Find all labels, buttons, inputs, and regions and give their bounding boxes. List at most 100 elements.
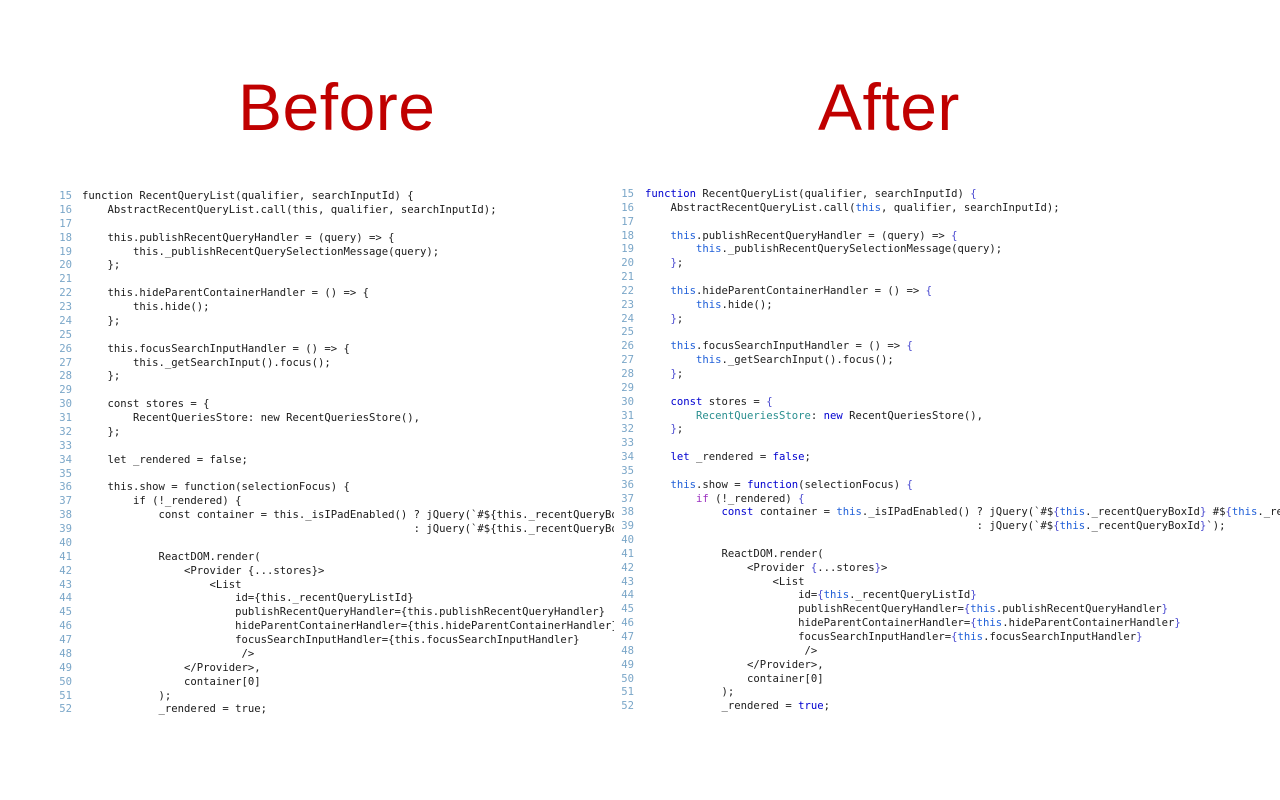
code-line: 18 this.publishRecentQueryHandler = (que… bbox=[50, 232, 616, 246]
code-line: 51 ); bbox=[50, 690, 616, 704]
code-text: this.hide(); bbox=[645, 299, 773, 311]
code-line: 32 }; bbox=[50, 426, 616, 440]
code-text: AbstractRecentQueryList.call(this, quali… bbox=[645, 202, 1060, 214]
code-line: 43 <List bbox=[614, 576, 1280, 590]
line-number: 40 bbox=[59, 536, 72, 549]
code-line: 16 AbstractRecentQueryList.call(this, qu… bbox=[614, 202, 1280, 216]
page-title-before: Before bbox=[238, 70, 436, 144]
code-line: 17 bbox=[614, 216, 1280, 230]
code-text: function RecentQueryList(qualifier, sear… bbox=[645, 188, 977, 200]
code-line: 48 /> bbox=[50, 648, 616, 662]
line-number: 46 bbox=[621, 617, 634, 630]
code-token: this bbox=[970, 603, 996, 616]
code-token: this bbox=[696, 298, 722, 311]
code-token: this bbox=[670, 478, 697, 491]
code-line: 22 this.hideParentContainerHandler = () … bbox=[614, 285, 1280, 299]
code-line: 26 this.focusSearchInputHandler = () => … bbox=[614, 340, 1280, 354]
code-text: }; bbox=[82, 425, 121, 438]
code-text: }; bbox=[645, 313, 684, 325]
code-text: this.show = function(selectionFocus) { bbox=[82, 481, 350, 494]
code-text: function RecentQueryList(qualifier, sear… bbox=[82, 190, 414, 202]
line-number: 24 bbox=[59, 314, 72, 327]
code-token: ; bbox=[676, 423, 684, 436]
code-line: 49 </Provider>, bbox=[614, 659, 1280, 673]
line-number: 51 bbox=[59, 689, 72, 702]
code-text: <List bbox=[82, 578, 242, 591]
code-line: 28 }; bbox=[50, 370, 616, 384]
line-number: 37 bbox=[621, 492, 634, 505]
code-line: 19 this._publishRecentQuerySelectionMess… bbox=[614, 243, 1280, 257]
code-token: this bbox=[976, 617, 1003, 630]
code-text: }; bbox=[82, 259, 121, 272]
code-line: 31 RecentQueriesStore: new RecentQueries… bbox=[614, 410, 1280, 424]
code-text: </Provider>, bbox=[645, 659, 824, 671]
code-line: 36 this.show = function(selectionFocus) … bbox=[614, 479, 1280, 493]
code-text: this.focusSearchInputHandler = () => { bbox=[645, 340, 913, 352]
code-line: 44 id={this._recentQueryListId} bbox=[614, 589, 1280, 603]
line-number: 52 bbox=[621, 700, 634, 713]
page-title-after: After bbox=[818, 70, 960, 144]
code-line: 37 if (!_rendered) { bbox=[614, 493, 1280, 507]
code-text: publishRecentQueryHandler={this.publishR… bbox=[645, 603, 1168, 615]
code-token: this bbox=[670, 340, 697, 353]
code-line: 24 }; bbox=[614, 313, 1280, 327]
code-token: const bbox=[721, 506, 754, 519]
line-number: 46 bbox=[59, 620, 72, 633]
line-number: 47 bbox=[59, 634, 72, 646]
code-text: this._getSearchInput().focus(); bbox=[645, 354, 894, 366]
code-token: `); bbox=[1206, 520, 1226, 533]
line-number: 43 bbox=[621, 575, 634, 588]
line-number: 28 bbox=[621, 367, 634, 380]
code-text: id={this._recentQueryListId} bbox=[82, 592, 414, 605]
line-number: 51 bbox=[621, 686, 634, 699]
code-token: { bbox=[798, 492, 805, 505]
code-line: 45 publishRecentQueryHandler={this.publi… bbox=[50, 606, 616, 620]
code-token: const bbox=[670, 395, 703, 408]
line-number: 45 bbox=[621, 603, 634, 616]
code-token: RecentQueryList(qualifier, searchInputId… bbox=[696, 188, 971, 200]
line-number: 40 bbox=[621, 534, 634, 547]
code-text: let _rendered = false; bbox=[82, 453, 248, 466]
code-line: 45 publishRecentQueryHandler={this.publi… bbox=[614, 603, 1280, 617]
code-text: ); bbox=[82, 689, 172, 702]
code-token: ._recentQueryBoxId bbox=[1085, 520, 1200, 533]
line-number: 22 bbox=[59, 287, 72, 300]
code-text: }; bbox=[645, 423, 684, 436]
code-token: { bbox=[766, 395, 773, 408]
code-token: RecentQueriesStore bbox=[696, 409, 811, 422]
line-number: 47 bbox=[621, 631, 634, 643]
code-line: 15 function RecentQueryList(qualifier, se… bbox=[50, 190, 616, 204]
code-line: 34 let _rendered = false; bbox=[50, 454, 616, 468]
line-number: 34 bbox=[621, 451, 634, 464]
code-token: this bbox=[836, 506, 862, 519]
code-token: .hideParentContainerHandler bbox=[1002, 617, 1175, 630]
code-token: .publishRecentQueryHandler bbox=[995, 603, 1162, 616]
line-number: 19 bbox=[621, 243, 634, 256]
code-token: </Provider>, bbox=[645, 658, 824, 671]
code-token: ._recentQueryListId bbox=[1257, 506, 1280, 519]
code-line: 52 _rendered = true; bbox=[614, 700, 1280, 714]
code-token: this bbox=[1231, 506, 1258, 519]
code-panel-after: 15 function RecentQueryList(qualifier, se… bbox=[614, 188, 1280, 718]
line-number: 23 bbox=[621, 298, 634, 311]
code-line: 19 this._publishRecentQuerySelectionMess… bbox=[50, 246, 616, 260]
code-line: 30 const stores = { bbox=[50, 398, 616, 412]
code-token: #$ bbox=[1206, 506, 1226, 519]
code-line: 46 hideParentContainerHandler={this.hide… bbox=[50, 620, 616, 634]
code-line: 34 let _rendered = false; bbox=[614, 451, 1280, 465]
code-token: .show = bbox=[696, 478, 748, 491]
code-token: { bbox=[906, 340, 913, 353]
code-token: <Provider bbox=[645, 561, 811, 574]
code-token: _rendered = bbox=[645, 700, 799, 713]
line-number: 49 bbox=[621, 658, 634, 671]
code-line: 32 }; bbox=[614, 423, 1280, 437]
line-number: 31 bbox=[621, 409, 634, 422]
code-token: stores = bbox=[702, 395, 767, 408]
code-text: const container = this._isIPadEnabled() … bbox=[158, 509, 616, 522]
line-number: 23 bbox=[59, 301, 72, 313]
line-number: 39 bbox=[59, 523, 72, 535]
line-number: 21 bbox=[59, 273, 72, 286]
code-line: 24 }; bbox=[50, 315, 616, 329]
